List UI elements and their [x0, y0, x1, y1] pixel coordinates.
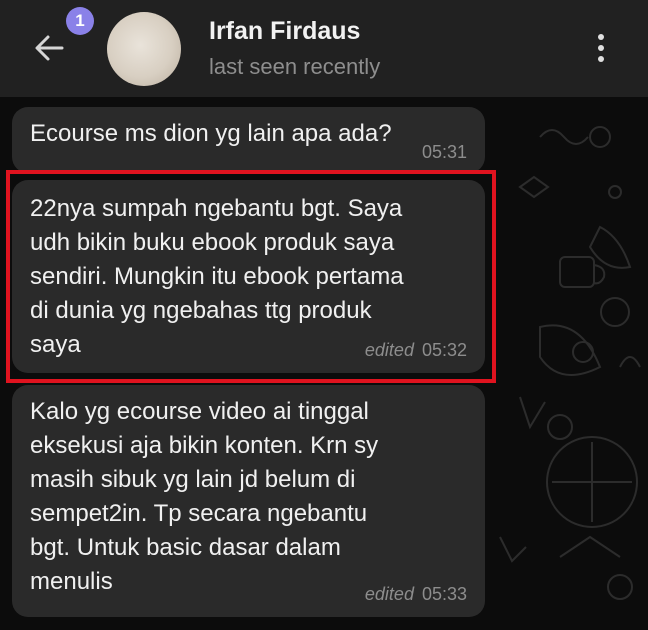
- unread-badge: 1: [66, 7, 94, 35]
- message-bubble[interactable]: Ecourse ms dion yg lain apa ada? 05:31: [12, 107, 485, 173]
- message-text: Kalo yg ecourse video ai tinggal eksekus…: [30, 398, 379, 595]
- chat-header: 1 Irfan Firdaus last seen recently: [0, 0, 648, 97]
- message-time: 05:32: [421, 340, 467, 360]
- chat-area[interactable]: Ecourse ms dion yg lain apa ada? 05:31 2…: [0, 97, 648, 630]
- contact-name[interactable]: Irfan Firdaus: [209, 17, 360, 46]
- message-meta: edited 05:32: [365, 333, 467, 367]
- arrow-left-icon: [35, 35, 64, 61]
- back-button[interactable]: [28, 26, 72, 70]
- edited-label: edited: [364, 340, 414, 360]
- message-meta: 05:31: [422, 135, 467, 169]
- more-vertical-icon[interactable]: [590, 30, 612, 70]
- message-bubble[interactable]: 22nya sumpah ngebantu bgt. Saya udh biki…: [12, 180, 485, 373]
- message-meta: edited 05:33: [365, 577, 467, 611]
- message-time: 05:31: [421, 142, 467, 162]
- message-text: Ecourse ms dion yg lain apa ada?: [30, 120, 392, 147]
- message-bubble[interactable]: Kalo yg ecourse video ai tinggal eksekus…: [12, 385, 485, 617]
- avatar[interactable]: [107, 12, 181, 86]
- edited-label: edited: [364, 584, 414, 604]
- message-time: 05:33: [421, 584, 467, 604]
- last-seen-status: last seen recently: [209, 54, 381, 79]
